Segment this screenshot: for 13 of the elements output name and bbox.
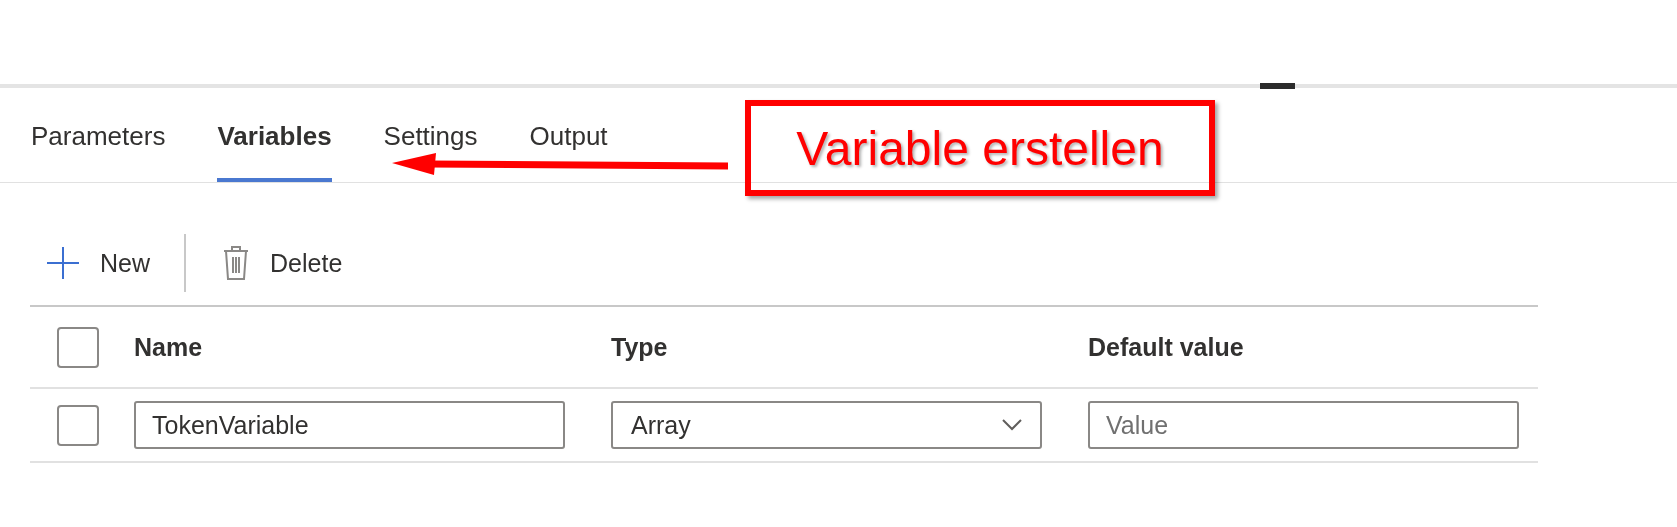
value-field[interactable]: Value (1088, 401, 1519, 449)
annotation-callout: Variable erstellen (745, 100, 1215, 196)
delete-button[interactable]: Delete (222, 245, 343, 281)
tab[interactable]: Output (529, 90, 608, 182)
tab[interactable]: Variables (217, 90, 332, 182)
type-dropdown[interactable]: Array (611, 401, 1042, 449)
column-header: Default value (1088, 332, 1245, 362)
column-header: Type (611, 332, 669, 362)
tab[interactable]: Parameters (31, 90, 166, 182)
tab[interactable]: Settings (383, 90, 478, 182)
new-button[interactable]: New (46, 246, 150, 280)
column-header: Name (134, 332, 204, 362)
name-field[interactable]: TokenVariable (134, 401, 565, 449)
